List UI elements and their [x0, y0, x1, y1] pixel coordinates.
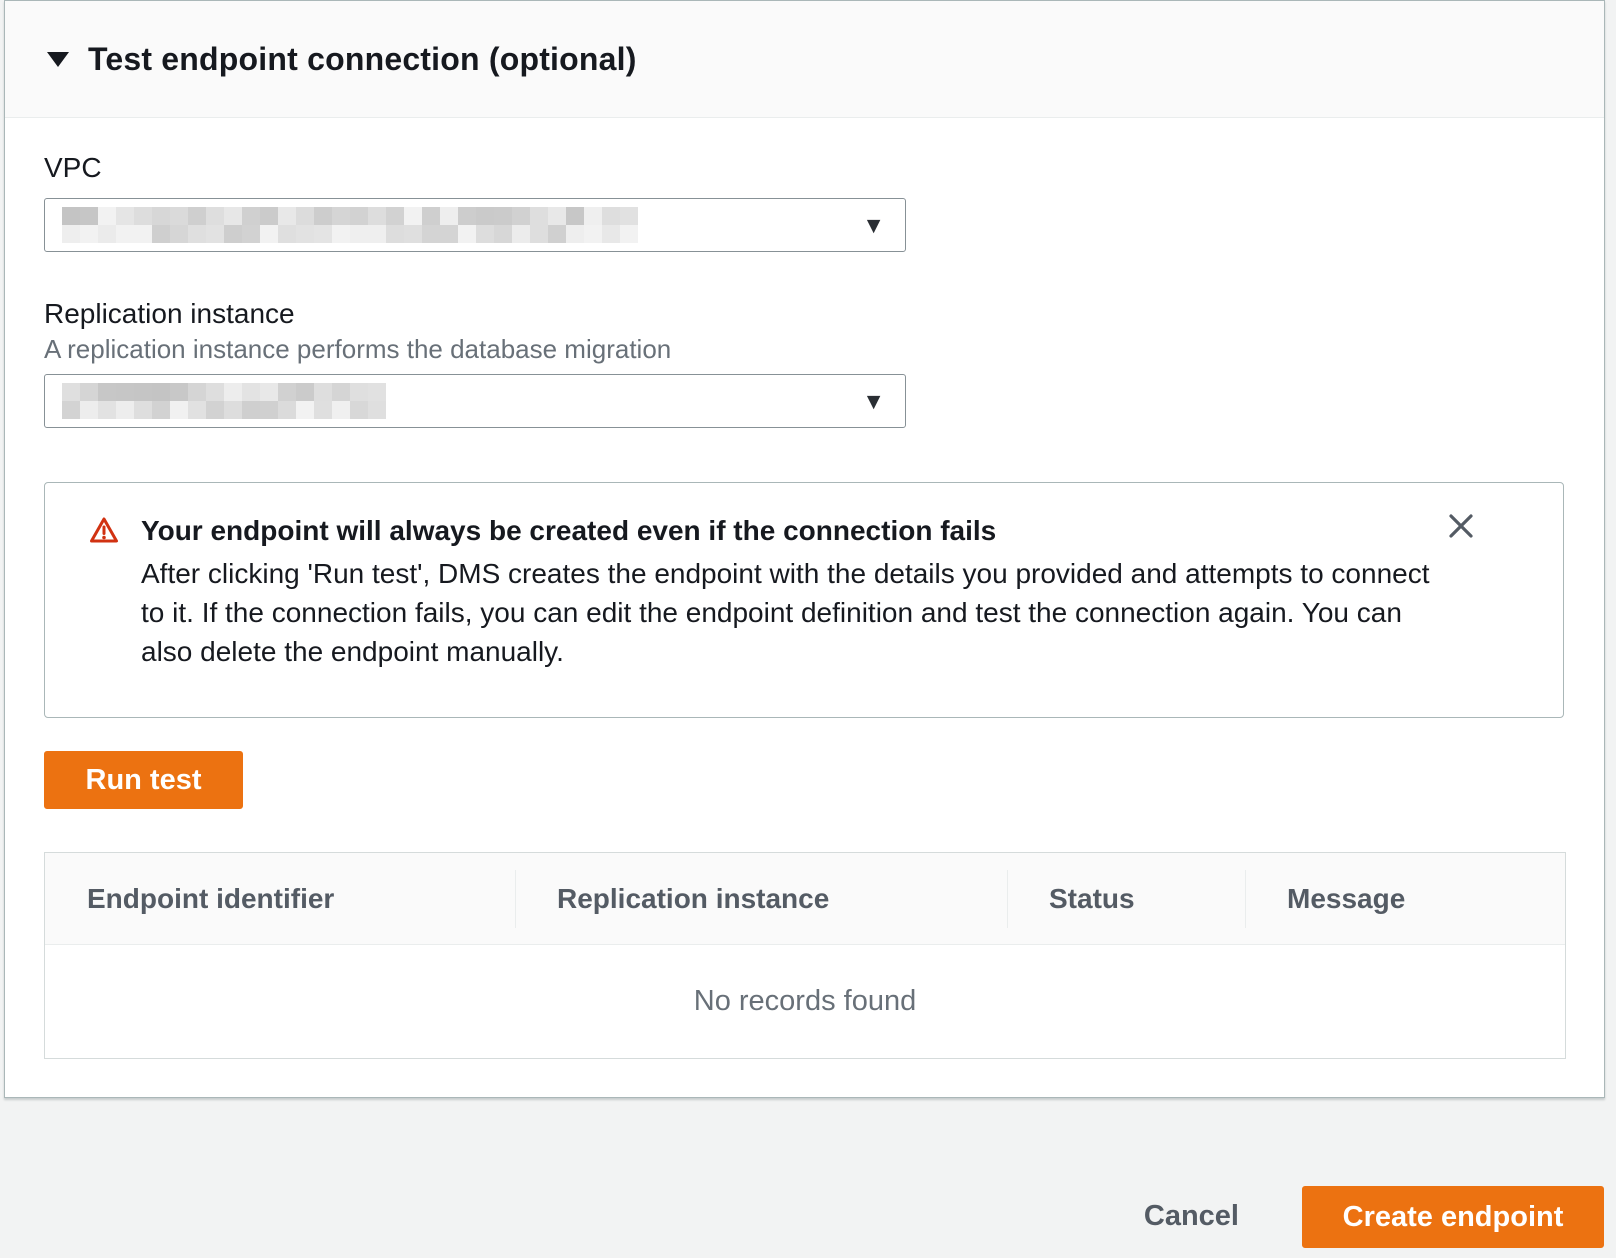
section-header[interactable]: Test endpoint connection (optional)	[5, 1, 1604, 118]
alert-text: Your endpoint will always be created eve…	[141, 513, 1456, 717]
replication-instance-description: A replication instance performs the data…	[44, 334, 1565, 364]
section-content: VPC ▼ Replication instance A replication…	[5, 152, 1604, 1059]
empty-message: No records found	[694, 985, 916, 1018]
close-icon[interactable]	[1443, 509, 1479, 545]
vpc-label: VPC	[44, 152, 1565, 184]
collapse-triangle-icon[interactable]	[47, 52, 69, 67]
dropdown-arrow-icon: ▼	[862, 390, 885, 413]
dropdown-arrow-icon: ▼	[862, 214, 885, 237]
alert-title: Your endpoint will always be created eve…	[141, 513, 1456, 549]
create-endpoint-button[interactable]: Create endpoint	[1302, 1186, 1604, 1248]
table-empty-state: No records found	[45, 945, 1565, 1058]
page: Test endpoint connection (optional) VPC …	[0, 0, 1616, 1258]
warning-alert: Your endpoint will always be created eve…	[44, 482, 1564, 718]
run-test-button[interactable]: Run test	[44, 751, 243, 809]
vpc-redacted-value	[62, 207, 638, 243]
alert-body: After clicking 'Run test', DMS creates t…	[141, 554, 1456, 671]
table-header-row: Endpoint identifier Replication instance…	[45, 853, 1565, 945]
column-header-message: Message	[1245, 853, 1565, 944]
column-header-endpoint-identifier: Endpoint identifier	[45, 853, 515, 944]
column-header-status: Status	[1007, 853, 1245, 944]
replication-instance-select[interactable]: ▼	[44, 374, 906, 428]
vpc-select[interactable]: ▼	[44, 198, 906, 252]
cancel-button[interactable]: Cancel	[1144, 1200, 1239, 1233]
replication-instance-label: Replication instance	[44, 298, 1565, 330]
test-endpoint-panel: Test endpoint connection (optional) VPC …	[4, 0, 1605, 1098]
form-actions-footer: Cancel Create endpoint	[0, 1098, 1616, 1258]
replication-instance-redacted-value	[62, 383, 386, 419]
test-results-table: Endpoint identifier Replication instance…	[44, 852, 1566, 1059]
column-header-replication-instance: Replication instance	[515, 853, 1007, 944]
warning-triangle-icon	[89, 516, 119, 717]
section-title: Test endpoint connection (optional)	[88, 41, 637, 78]
